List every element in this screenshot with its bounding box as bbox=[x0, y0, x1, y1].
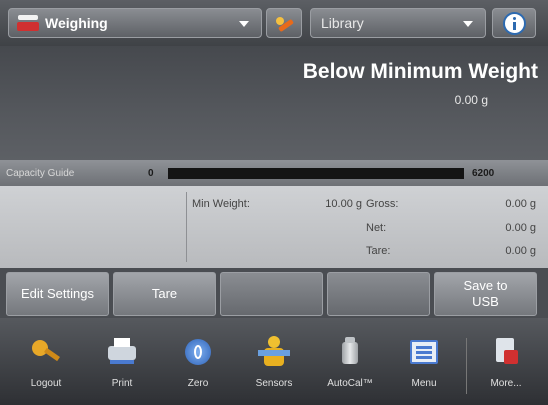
capacity-bar bbox=[168, 168, 464, 179]
nav-separator bbox=[466, 338, 467, 394]
scale-icon bbox=[17, 15, 39, 31]
save-to-usb-button[interactable]: Save to USB bbox=[434, 272, 537, 316]
gross-value: 0.00 g bbox=[505, 198, 536, 210]
capacity-guide: Capacity Guide 0 6200 bbox=[0, 160, 548, 186]
application-dropdown-label: Weighing bbox=[45, 15, 108, 31]
softkey-bar: Edit Settings Tare Save to USB bbox=[0, 268, 548, 318]
zero-icon bbox=[182, 336, 214, 368]
nav-zero-label: Zero bbox=[187, 378, 209, 389]
more-icon bbox=[490, 336, 522, 368]
tool-icon bbox=[276, 15, 294, 33]
nav-menu[interactable]: Menu bbox=[396, 318, 452, 405]
chevron-down-icon bbox=[239, 21, 249, 27]
application-dropdown[interactable]: Weighing bbox=[8, 8, 262, 38]
printer-icon bbox=[106, 336, 138, 368]
panel-divider bbox=[186, 192, 187, 262]
menu-icon bbox=[408, 336, 440, 368]
nav-autocal[interactable]: AutoCal™ bbox=[318, 318, 382, 405]
library-dropdown-label: Library bbox=[321, 15, 364, 31]
info-panel: Min Weight: 10.00 g Gross: 0.00 g Net: 0… bbox=[0, 186, 548, 268]
edit-settings-button[interactable]: Edit Settings bbox=[6, 272, 109, 316]
capacity-max: 6200 bbox=[472, 167, 495, 179]
weight-reading: 0.00 g bbox=[454, 93, 488, 107]
nav-sensors[interactable]: Sensors bbox=[244, 318, 304, 405]
tare-label: Tare: bbox=[366, 245, 391, 257]
min-weight-value: 10.00 g bbox=[325, 198, 362, 210]
nav-logout[interactable]: Logout bbox=[18, 318, 74, 405]
top-bar: Weighing Library bbox=[0, 0, 548, 46]
sensors-icon bbox=[258, 336, 290, 368]
min-weight-label: Min Weight: bbox=[192, 198, 250, 210]
chevron-down-icon bbox=[463, 21, 473, 27]
net-label: Net: bbox=[366, 222, 387, 234]
nav-more-label: More... bbox=[490, 378, 522, 389]
autocal-icon bbox=[334, 336, 366, 368]
nav-menu-label: Menu bbox=[411, 378, 437, 389]
nav-zero[interactable]: Zero bbox=[170, 318, 226, 405]
net-value: 0.00 g bbox=[505, 222, 536, 234]
nav-print[interactable]: Print bbox=[94, 318, 150, 405]
status-message: Below Minimum Weight bbox=[302, 60, 538, 83]
nav-more[interactable]: More... bbox=[478, 318, 534, 405]
nav-autocal-label: AutoCal™ bbox=[327, 378, 373, 389]
blank-softkey-3[interactable] bbox=[220, 272, 323, 316]
tool-button[interactable] bbox=[266, 8, 302, 38]
key-icon bbox=[30, 336, 62, 368]
nav-sensors-label: Sensors bbox=[255, 378, 293, 389]
gross-label: Gross: bbox=[366, 198, 399, 210]
capacity-guide-label: Capacity Guide bbox=[6, 167, 75, 179]
info-button[interactable] bbox=[492, 8, 536, 38]
tare-button[interactable]: Tare bbox=[113, 272, 216, 316]
library-dropdown[interactable]: Library bbox=[310, 8, 486, 38]
info-icon bbox=[503, 12, 526, 35]
blank-softkey-4[interactable] bbox=[327, 272, 430, 316]
bottom-nav: Logout Print Zero Sensors AutoCal™ Menu … bbox=[0, 318, 548, 405]
nav-print-label: Print bbox=[111, 378, 133, 389]
tare-value: 0.00 g bbox=[505, 245, 536, 257]
nav-logout-label: Logout bbox=[30, 378, 62, 389]
capacity-min: 0 bbox=[148, 167, 154, 179]
